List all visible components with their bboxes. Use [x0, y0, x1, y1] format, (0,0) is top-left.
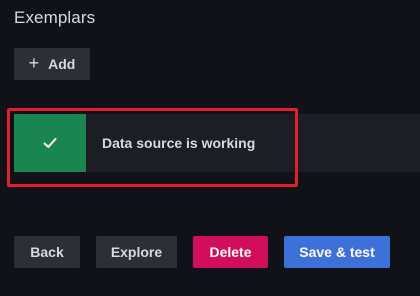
back-button[interactable]: Back	[14, 236, 80, 268]
add-exemplar-label: Add	[48, 56, 76, 72]
explore-button[interactable]: Explore	[96, 236, 177, 268]
exemplars-section-title: Exemplars	[14, 8, 96, 27]
plus-icon: +	[28, 53, 40, 73]
datasource-status-alert: Data source is working	[14, 114, 420, 172]
delete-button[interactable]: Delete	[193, 236, 268, 268]
success-icon-box	[14, 114, 86, 172]
datasource-settings-page: Exemplars + Add Data source is working B…	[0, 0, 420, 296]
status-message: Data source is working	[102, 135, 256, 151]
check-icon	[43, 138, 57, 148]
save-and-test-button[interactable]: Save & test	[284, 236, 390, 268]
add-exemplar-button[interactable]: + Add	[14, 48, 90, 80]
